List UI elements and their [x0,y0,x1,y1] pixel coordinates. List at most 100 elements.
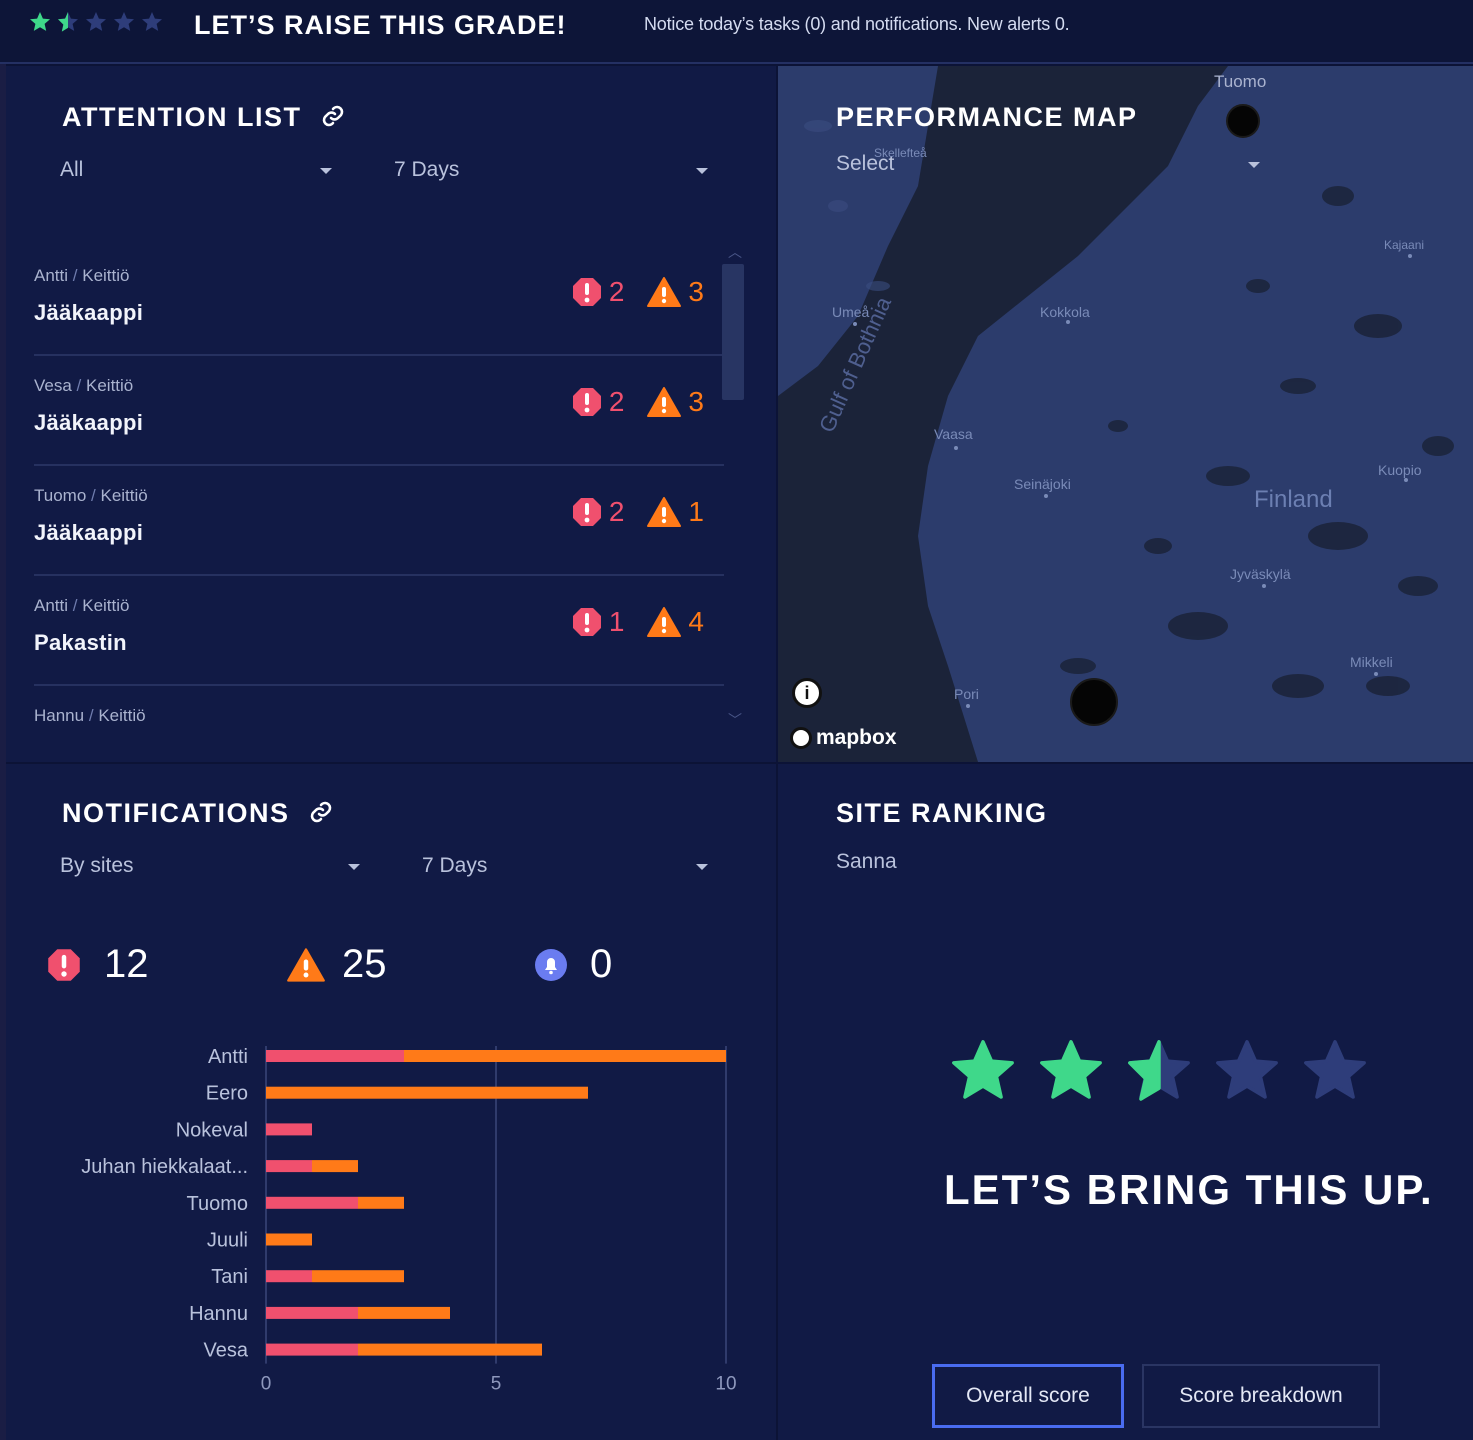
chevron-down-icon[interactable] [320,168,332,174]
bar-segment [266,1160,312,1173]
bell-icon [535,948,567,981]
warning-total-count: 25 [342,942,387,986]
performance-map-panel[interactable]: PERFORMANCE MAP Select Tuomo Skellefteå … [778,66,1473,762]
warning-count: 4 [688,606,704,637]
attention-period-dropdown[interactable]: 7 Days [394,158,459,182]
y-category-label: Tuomo [186,1193,248,1215]
list-item[interactable]: Tuomo / Keittiö Jääkaappi 2 1 [34,466,724,576]
list-item[interactable]: Vesa / Keittiö Jääkaappi 2 3 [34,356,724,466]
notifications-bar-chart: 0 5 10 Antti Eero Nokeval Juhan hiekkalaat... T… [81,1046,737,1395]
map-label-vaasa: Vaasa [934,426,973,442]
bar-segment [312,1160,358,1173]
info-total-count: 0 [590,942,613,986]
mapbox-attribution: mapbox [816,726,897,749]
bar-segment [266,1270,312,1283]
item-counts: 2 3 [571,276,704,308]
notifications-period-dropdown[interactable]: 7 Days [422,854,487,878]
overall-score-button[interactable]: Overall score [932,1364,1124,1428]
scrollbar-thumb[interactable] [722,264,744,400]
critical-count: 2 [608,496,625,527]
site-ranking-panel: SITE RANKING Sanna LET’S BRING THIS UP. … [778,764,1473,1440]
warning-icon [287,947,325,982]
item-counts: 2 1 [571,496,704,528]
star-icon [1040,1040,1102,1099]
star-empty-icon [1216,1040,1278,1099]
star-half-icon [1128,1040,1190,1101]
item-location: Antti / Keittiö [34,596,130,615]
critical-icon [572,498,601,526]
item-location: Hannu / Keittiö [34,706,146,725]
ranking-stars [948,1036,1370,1106]
item-device: Pakastin [34,630,127,655]
x-tick-label: 5 [491,1374,502,1395]
attention-filter-dropdown[interactable]: All [60,158,83,182]
y-category-label: Vesa [204,1340,249,1362]
map-label-tuomo: Tuomo [1214,72,1267,91]
item-room: Keittiö [100,486,148,505]
critical-total: 12 [46,942,149,987]
map-pin-tuomo[interactable] [1226,104,1260,138]
link-icon[interactable] [309,800,333,831]
notifications-panel: NOTIFICATIONS By sites 7 Days 12 25 0 0 5… [6,764,776,1440]
map-label-pori: Pori [954,686,979,702]
critical-icon [48,948,80,981]
score-breakdown-button[interactable]: Score breakdown [1142,1364,1380,1428]
map-label-kajaani: Kajaani [1384,238,1425,252]
list-item[interactable]: Antti / Keittiö Pakastin 1 4 [34,576,724,686]
star-icon [30,12,50,31]
list-item[interactable]: Antti / Keittiö Jääkaappi 2 3 [34,246,724,356]
item-room: Keittiö [86,376,134,395]
scroll-up-arrow[interactable]: ︿ [728,242,742,262]
item-counts: 2 3 [571,386,704,418]
chevron-down-icon[interactable] [696,864,708,870]
scroll-down-arrow[interactable]: ﹀ [728,710,742,730]
chevron-down-icon[interactable] [348,864,360,870]
map-title: PERFORMANCE MAP [836,102,1138,132]
item-device: Jääkaappi [34,410,144,435]
y-category-label: Hannu [189,1303,248,1325]
star-empty-icon [142,12,162,31]
ranking-message: LET’S BRING THIS UP. [944,1166,1434,1213]
mapbox-logo[interactable]: mapbox [790,726,897,750]
bar-segment [266,1306,358,1319]
y-category-label: Juhan hiekkalaat... [81,1156,248,1178]
item-person: Hannu [34,706,85,725]
bar-segment [266,1343,358,1356]
ranking-title: SITE RANKING [836,798,1048,828]
item-device: Jääkaappi [34,300,144,325]
bar-segment [358,1306,450,1319]
bar-segment [266,1123,312,1136]
map-label-mikkeli: Mikkeli [1350,654,1393,670]
attention-list: Antti / Keittiö Jääkaappi 2 3 Vesa / Kei… [34,246,724,732]
list-item[interactable]: Hannu / Keittiö [34,686,724,732]
item-room: Keittiö [82,596,130,615]
bar-segment [266,1196,358,1209]
header-notice: Notice today’s tasks (0) and notificatio… [644,14,1070,34]
warning-icon [647,497,682,527]
map-pin[interactable] [1070,678,1118,726]
chevron-down-icon[interactable] [696,168,708,174]
notifications-filter-dropdown[interactable]: By sites [60,854,134,878]
star-empty-icon [86,12,106,31]
star-icon [952,1040,1014,1099]
info-icon[interactable]: i [792,678,822,708]
critical-icon [572,388,601,416]
notification-totals: 12 25 0 [46,942,746,992]
item-person: Antti [34,266,69,285]
x-tick-label: 10 [715,1374,736,1395]
attention-list-panel: ATTENTION LIST All 7 Days Antti / Keitti… [6,66,776,762]
info-total: 0 [534,942,612,987]
map-label-seinajoki: Seinäjoki [1014,476,1071,492]
bar-segment [312,1270,404,1283]
y-category-label: Antti [208,1046,248,1068]
item-person: Antti [34,596,69,615]
critical-total-count: 12 [104,942,149,986]
chevron-down-icon[interactable] [1248,162,1260,168]
link-icon[interactable] [321,104,345,135]
critical-icon [572,608,601,636]
critical-count: 1 [608,606,625,637]
bar-segment [404,1050,726,1062]
item-room: Keittiö [82,266,130,285]
warning-count: 3 [688,386,704,417]
header-rating-stars [28,10,164,34]
